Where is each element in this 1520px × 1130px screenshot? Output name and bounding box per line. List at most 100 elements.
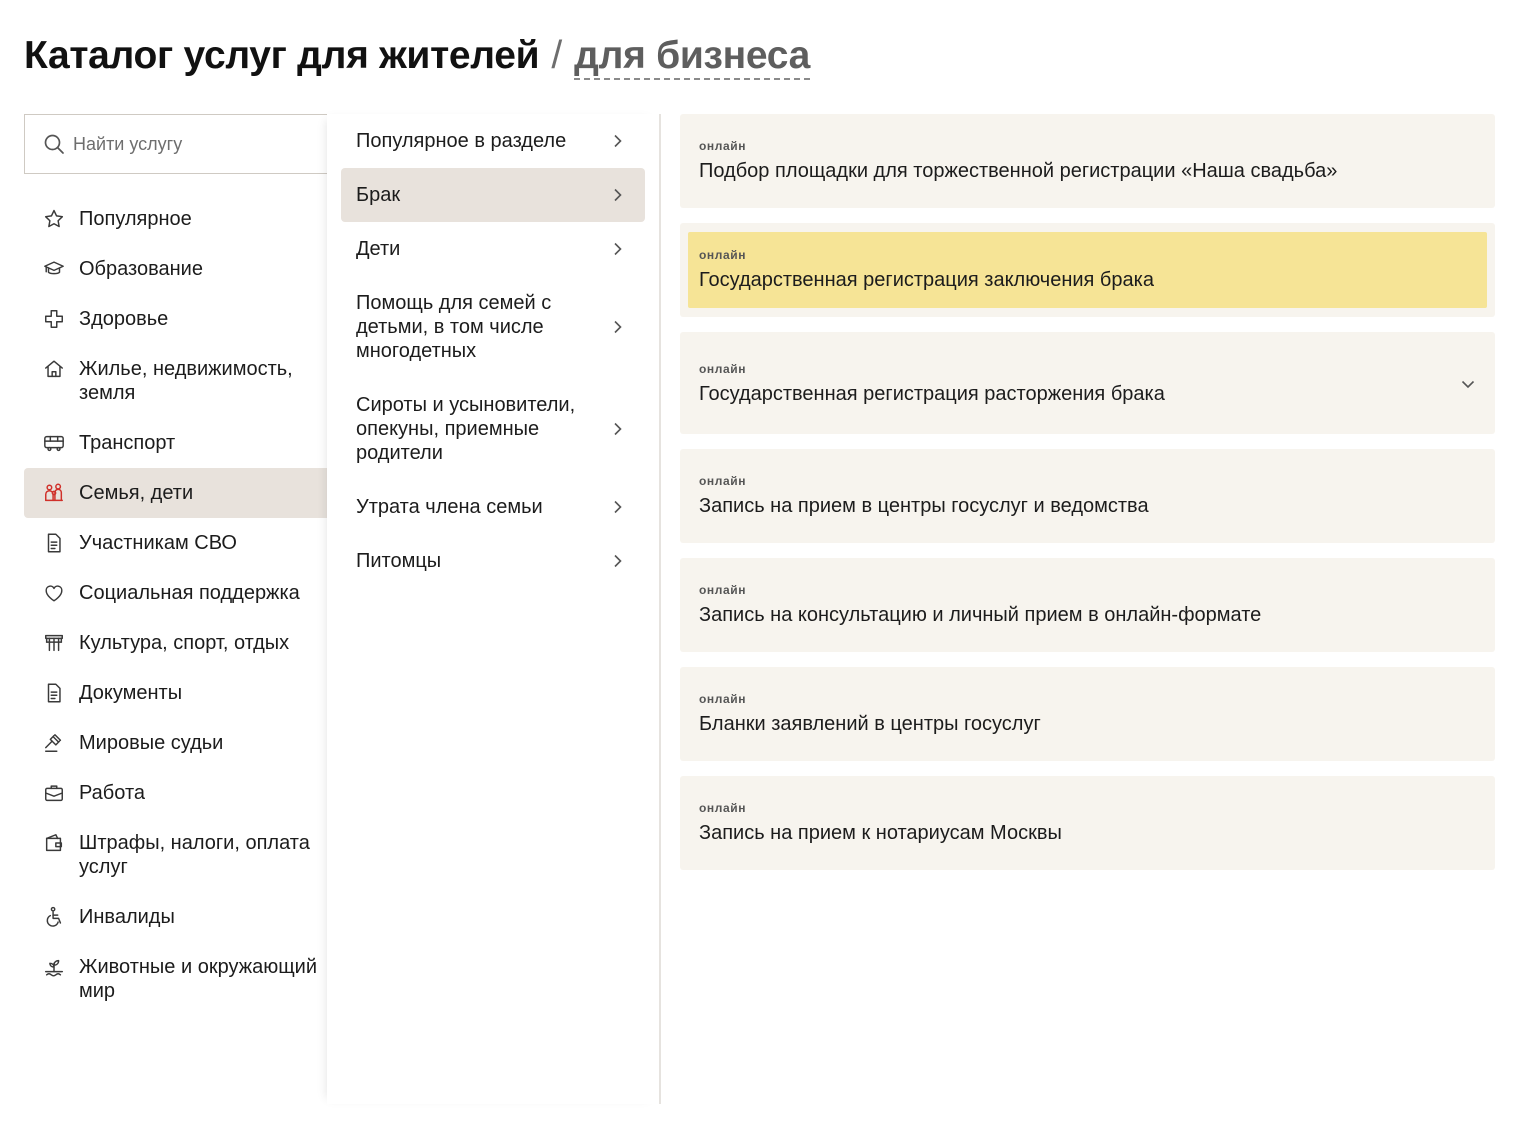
service-card[interactable]: онлайн Запись на прием к нотариусам Моск… bbox=[680, 776, 1495, 870]
category-item-education[interactable]: Образование bbox=[24, 244, 327, 294]
online-tag: онлайн bbox=[699, 692, 747, 706]
category-label: Животные и окружающий мир bbox=[79, 956, 318, 1002]
wallet-icon bbox=[42, 831, 66, 855]
service-card[interactable]: онлайн Запись на консультацию и личный п… bbox=[680, 558, 1495, 652]
category-item-social-support[interactable]: Социальная поддержка bbox=[24, 568, 327, 618]
search-input[interactable] bbox=[73, 133, 293, 155]
category-label: Здоровье bbox=[79, 308, 169, 330]
category-label: Инвалиды bbox=[79, 906, 175, 928]
category-item-fines[interactable]: Штрафы, налоги, оплата услуг bbox=[24, 818, 327, 892]
subcategory-label: Помощь для семей с детьми, в том числе м… bbox=[356, 292, 552, 362]
subcategory-label: Дети bbox=[356, 238, 401, 260]
category-label: Популярное bbox=[79, 208, 192, 230]
chevron-right-icon bbox=[611, 242, 625, 256]
category-item-judges[interactable]: Мировые судьи bbox=[24, 718, 327, 768]
page-title: Каталог услуг для жителей / для бизнеса bbox=[24, 34, 810, 84]
subcategory-item-family-loss[interactable]: Утрата члена семьи bbox=[341, 480, 645, 534]
heart-icon bbox=[42, 581, 66, 605]
subcategory-item-marriage[interactable]: Брак bbox=[341, 168, 645, 222]
service-title: Запись на консультацию и личный прием в … bbox=[699, 604, 1262, 626]
house-icon bbox=[42, 357, 66, 381]
category-label: Транспорт bbox=[79, 432, 176, 454]
category-item-culture[interactable]: Культура, спорт, отдых bbox=[24, 618, 327, 668]
category-item-housing[interactable]: Жилье, недвижимость, земля bbox=[24, 344, 327, 418]
chevron-right-icon bbox=[611, 134, 625, 148]
service-card-highlighted[interactable]: онлайн Государственная регистрация заклю… bbox=[680, 223, 1495, 317]
subcategory-item-family-help[interactable]: Помощь для семей с детьми, в том числе м… bbox=[341, 276, 645, 378]
chevron-right-icon bbox=[611, 422, 625, 436]
page-title-main: Каталог услуг для жителей bbox=[24, 34, 540, 77]
service-card-expandable[interactable]: онлайн Государственная регистрация расто… bbox=[680, 332, 1495, 434]
category-item-transport[interactable]: Транспорт bbox=[24, 418, 327, 468]
chevron-down-icon[interactable] bbox=[1460, 376, 1476, 392]
category-label: Работа bbox=[79, 782, 145, 804]
chevron-right-icon bbox=[611, 500, 625, 514]
title-separator: / bbox=[551, 34, 563, 77]
category-item-documents[interactable]: Документы bbox=[24, 668, 327, 718]
category-label: Жилье, недвижимость, земля bbox=[79, 358, 293, 404]
category-item-disabled[interactable]: Инвалиды bbox=[24, 892, 327, 942]
service-title: Запись на прием в центры госуслуг и ведо… bbox=[699, 495, 1149, 517]
bus-icon bbox=[42, 431, 66, 455]
chevron-right-icon bbox=[611, 554, 625, 568]
subcategory-label: Утрата члена семьи bbox=[356, 496, 543, 518]
category-label: Участникам СВО bbox=[79, 532, 237, 554]
category-label: Мировые судьи bbox=[79, 732, 224, 754]
subcategory-item-orphans[interactable]: Сироты и усыновители, опекуны, приемные … bbox=[341, 378, 645, 480]
category-item-family[interactable]: Семья, дети bbox=[24, 468, 327, 518]
subcategory-label: Брак bbox=[356, 184, 401, 206]
online-tag: онлайн bbox=[699, 362, 747, 376]
subcategory-item-children[interactable]: Дети bbox=[341, 222, 645, 276]
star-icon bbox=[42, 207, 66, 231]
theater-icon bbox=[42, 631, 66, 655]
wheelchair-icon bbox=[42, 905, 66, 929]
category-item-svo[interactable]: Участникам СВО bbox=[24, 518, 327, 568]
category-label: Штрафы, налоги, оплата услуг bbox=[79, 832, 310, 878]
medical-cross-icon bbox=[42, 307, 66, 331]
gavel-icon bbox=[42, 731, 66, 755]
category-sidebar: Популярное Образование Здоровье Жилье, н… bbox=[24, 114, 327, 1094]
online-tag: онлайн bbox=[699, 139, 747, 153]
category-label: Образование bbox=[79, 258, 203, 280]
subcategory-item-popular[interactable]: Популярное в разделе bbox=[341, 114, 645, 168]
chevron-right-icon bbox=[611, 320, 625, 334]
service-card[interactable]: онлайн Бланки заявлений в центры госуслу… bbox=[680, 667, 1495, 761]
service-title: Запись на прием к нотариусам Москвы bbox=[699, 822, 1062, 844]
subcategory-item-pets[interactable]: Питомцы bbox=[341, 534, 645, 588]
online-tag: онлайн bbox=[699, 801, 747, 815]
subcategory-panel: Популярное в разделе Брак Дети Помощь дл… bbox=[327, 114, 661, 1104]
service-card[interactable]: онлайн Запись на прием в центры госуслуг… bbox=[680, 449, 1495, 543]
briefcase-icon bbox=[42, 781, 66, 805]
graduation-cap-icon bbox=[42, 257, 66, 281]
category-list: Популярное Образование Здоровье Жилье, н… bbox=[24, 194, 327, 1016]
category-item-health[interactable]: Здоровье bbox=[24, 294, 327, 344]
online-tag: онлайн bbox=[699, 583, 747, 597]
category-label: Культура, спорт, отдых bbox=[79, 632, 290, 654]
family-icon bbox=[42, 481, 66, 505]
service-title: Подбор площадки для торжественной регист… bbox=[699, 160, 1338, 182]
online-tag: онлайн bbox=[699, 248, 747, 262]
category-label: Социальная поддержка bbox=[79, 582, 300, 604]
category-item-work[interactable]: Работа bbox=[24, 768, 327, 818]
document-icon bbox=[42, 531, 66, 555]
document-icon bbox=[42, 681, 66, 705]
category-label: Документы bbox=[79, 682, 183, 704]
services-list: онлайн Подбор площадки для торжественной… bbox=[680, 114, 1495, 885]
service-title: Государственная регистрация заключения б… bbox=[699, 269, 1154, 291]
subcategory-label: Популярное в разделе bbox=[356, 130, 567, 152]
search-icon bbox=[43, 133, 65, 155]
sprout-icon bbox=[42, 955, 66, 979]
subcategory-label: Питомцы bbox=[356, 550, 442, 572]
chevron-right-icon bbox=[611, 188, 625, 202]
subcategory-label: Сироты и усыновители, опекуны, приемные … bbox=[356, 394, 576, 464]
category-label: Семья, дети bbox=[79, 482, 194, 504]
business-catalog-link[interactable]: для бизнеса bbox=[574, 34, 810, 80]
category-item-popular[interactable]: Популярное bbox=[24, 194, 327, 244]
service-card[interactable]: онлайн Подбор площадки для торжественной… bbox=[680, 114, 1495, 208]
category-item-animals[interactable]: Животные и окружающий мир bbox=[24, 942, 327, 1016]
subcategory-list: Популярное в разделе Брак Дети Помощь дл… bbox=[327, 114, 659, 588]
search-box[interactable] bbox=[24, 114, 327, 174]
service-title: Государственная регистрация расторжения … bbox=[699, 383, 1165, 405]
online-tag: онлайн bbox=[699, 474, 747, 488]
service-title: Бланки заявлений в центры госуслуг bbox=[699, 713, 1041, 735]
